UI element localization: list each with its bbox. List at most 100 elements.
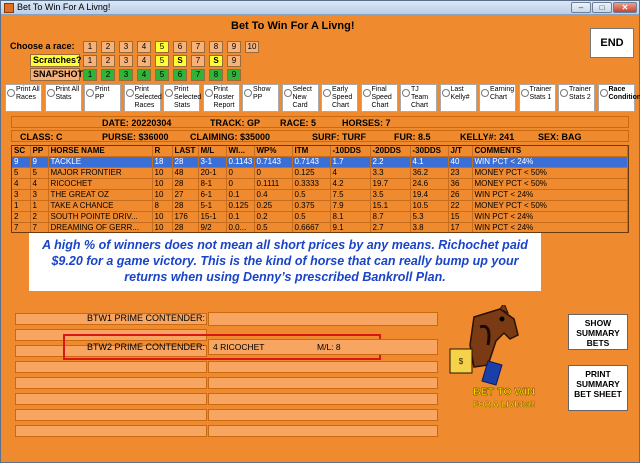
column-header[interactable]: WI... (226, 146, 255, 157)
table-cell: 10 (152, 222, 173, 232)
table-cell: MONEY PCT < 50% (472, 200, 628, 212)
left-box-4 (15, 361, 207, 373)
snapshot-button-4[interactable]: 4 (137, 69, 151, 81)
scratch-button-2[interactable]: 2 (101, 55, 115, 67)
table-cell: 0.6667 (292, 222, 331, 232)
option-final-speed-chart[interactable]: Final Speed Chart (360, 84, 398, 112)
race-button-9[interactable]: 9 (227, 41, 241, 53)
option-print-all-stats[interactable]: Print All Stats (44, 84, 82, 112)
scratch-button-1[interactable]: 1 (83, 55, 97, 67)
column-header[interactable]: PP (30, 146, 49, 157)
end-button[interactable]: END (590, 28, 634, 58)
option-trainer-stats-2[interactable]: Trainer Stats 2 (558, 84, 595, 112)
table-cell: 36 (448, 178, 473, 190)
option-earning-chart[interactable]: Earning Chart (479, 84, 516, 112)
radio-circle-icon (86, 89, 94, 97)
table-cell: 10 (152, 167, 173, 179)
scratch-button-4[interactable]: 4 (137, 55, 151, 67)
race-button-7[interactable]: 7 (191, 41, 205, 53)
race-button-10[interactable]: 10 (245, 41, 259, 53)
option-label: Early Speed Chart (332, 86, 353, 109)
snapshot-button-2[interactable]: 2 (101, 69, 115, 81)
race-button-6[interactable]: 6 (173, 41, 187, 53)
table-cell: 3 (30, 189, 49, 201)
snapshot-button-5[interactable]: 5 (155, 69, 169, 81)
table-cell: 0.7143 (292, 156, 331, 168)
close-button[interactable]: ✕ (613, 2, 637, 13)
print-summary-bet-sheet-button[interactable]: PRINT SUMMARY BET SHEET (568, 365, 628, 411)
table-cell: 3 (12, 189, 31, 201)
table-row[interactable]: 4 4 RICOCHET 10 28 8-1 0 0.1111 0.3333 4.2 19.7 24.… (12, 178, 628, 190)
table-cell: 20-1 (198, 167, 227, 179)
table-cell: 0 (226, 178, 255, 190)
option-early-speed-chart[interactable]: Early Speed Chart (321, 84, 358, 112)
race-button-3[interactable]: 3 (119, 41, 133, 53)
column-header[interactable]: COMMENTS (472, 146, 628, 157)
table-row[interactable]: 5 5 MAJOR FRONTIER 10 48 20-1 0 0 0.125 4 3.3 36.2 2… (12, 167, 628, 179)
scratch-button-5[interactable]: 5 (155, 55, 169, 67)
table-cell: 1 (12, 200, 31, 212)
race-button-5[interactable]: 5 (155, 41, 169, 53)
option-print-selected-stats[interactable]: Print Selected Stats (163, 84, 201, 112)
column-header[interactable]: -10DDS (330, 146, 371, 157)
option-trainer-stats-1[interactable]: Trainer Stats 1 (518, 84, 556, 112)
scratch-button-8[interactable]: S (209, 55, 223, 67)
scratch-button-3[interactable]: 3 (119, 55, 133, 67)
option-label: TJ Team Chart (411, 86, 429, 109)
column-header[interactable]: HORSE NAME (48, 146, 153, 157)
column-header[interactable]: WP% (254, 146, 293, 157)
table-cell: 10.5 (410, 200, 449, 212)
option-print-pp[interactable]: Print PP (84, 84, 121, 112)
option-print-roster-report[interactable]: Print Roster Report (202, 84, 240, 112)
table-row[interactable]: 7 7 DREAMING OF GERR... 10 28 9/2 0.0... 0.5 0.6… (12, 222, 628, 232)
maximize-button[interactable]: □ (592, 2, 612, 13)
table-cell: 3.8 (410, 222, 449, 232)
app-icon (4, 3, 14, 13)
table-cell: SOUTH POINTE DRIV... (48, 211, 153, 223)
table-row[interactable]: 3 3 THE GREAT OZ 10 27 6-1 0.1 0.4 0.5 7.5 3.5 19.4… (12, 189, 628, 201)
race-purse: PURSE: $36000 (102, 132, 169, 142)
table-row[interactable]: 9 9 TACKLE 18 28 3-1 0.1143 0.7143 0.7143 1.7 2.2 4… (12, 156, 628, 168)
table-cell: 4 (330, 167, 371, 179)
table-row[interactable]: 1 1 TAKE A CHANCE 8 28 5-1 0.125 0.25 0.375 7.9 15… (12, 200, 628, 212)
snapshot-button-8[interactable]: 8 (209, 69, 223, 81)
race-button-2[interactable]: 2 (101, 41, 115, 53)
race-button-8[interactable]: 8 (209, 41, 223, 53)
option-print-selected-races[interactable]: Print Selected Races (123, 84, 162, 112)
snapshot-button-3[interactable]: 3 (119, 69, 133, 81)
column-header[interactable]: M/L (198, 146, 227, 157)
column-header[interactable]: -30DDS (410, 146, 449, 157)
show-summary-bets-button[interactable]: SHOW SUMMARY BETS (568, 314, 628, 350)
table-cell: MONEY PCT < 50% (472, 167, 628, 179)
snapshot-button-6[interactable]: 6 (173, 69, 187, 81)
race-button-1[interactable]: 1 (83, 41, 97, 53)
horse-table: SC PP HORSE NAME R LAST M/L WI... WP% ITM -10DDS -… (11, 145, 629, 233)
table-cell: 8 (152, 200, 173, 212)
race-button-4[interactable]: 4 (137, 41, 151, 53)
option-print-all-races[interactable]: Print All Races (5, 84, 42, 112)
table-cell: 5-1 (198, 200, 227, 212)
table-cell: 6-1 (198, 189, 227, 201)
scratch-button-9[interactable]: 9 (227, 55, 241, 67)
scratch-button-7[interactable]: 7 (191, 55, 205, 67)
minimize-button[interactable]: – (571, 2, 591, 13)
option-select-new-card[interactable]: Select New Card (281, 84, 319, 112)
table-cell: 10 (152, 178, 173, 190)
table-cell: 7.5 (330, 189, 371, 201)
option-last-kelly[interactable]: Last Kelly# (439, 84, 477, 112)
snapshot-button-7[interactable]: 7 (191, 69, 205, 81)
option-tj-team-chart[interactable]: TJ Team Chart (400, 84, 437, 112)
column-header[interactable]: ITM (292, 146, 331, 157)
column-header[interactable]: -20DDS (370, 146, 411, 157)
column-header[interactable]: R (152, 146, 173, 157)
table-row[interactable]: 2 2 SOUTH POINTE DRIV... 10 176 15-1 0.1 0.2 0.5… (12, 211, 628, 223)
snapshot-button-1[interactable]: 1 (83, 69, 97, 81)
column-header[interactable]: LAST (172, 146, 199, 157)
snapshot-button-9[interactable]: 9 (227, 69, 241, 81)
column-header[interactable]: SC (12, 146, 31, 157)
table-cell: DREAMING OF GERR... (48, 222, 153, 232)
column-header[interactable]: J/T (448, 146, 473, 157)
option-race-conditions[interactable]: Race Conditions (597, 84, 640, 112)
scratch-button-6[interactable]: S (173, 55, 187, 67)
option-show-pp[interactable]: Show PP (242, 84, 279, 112)
